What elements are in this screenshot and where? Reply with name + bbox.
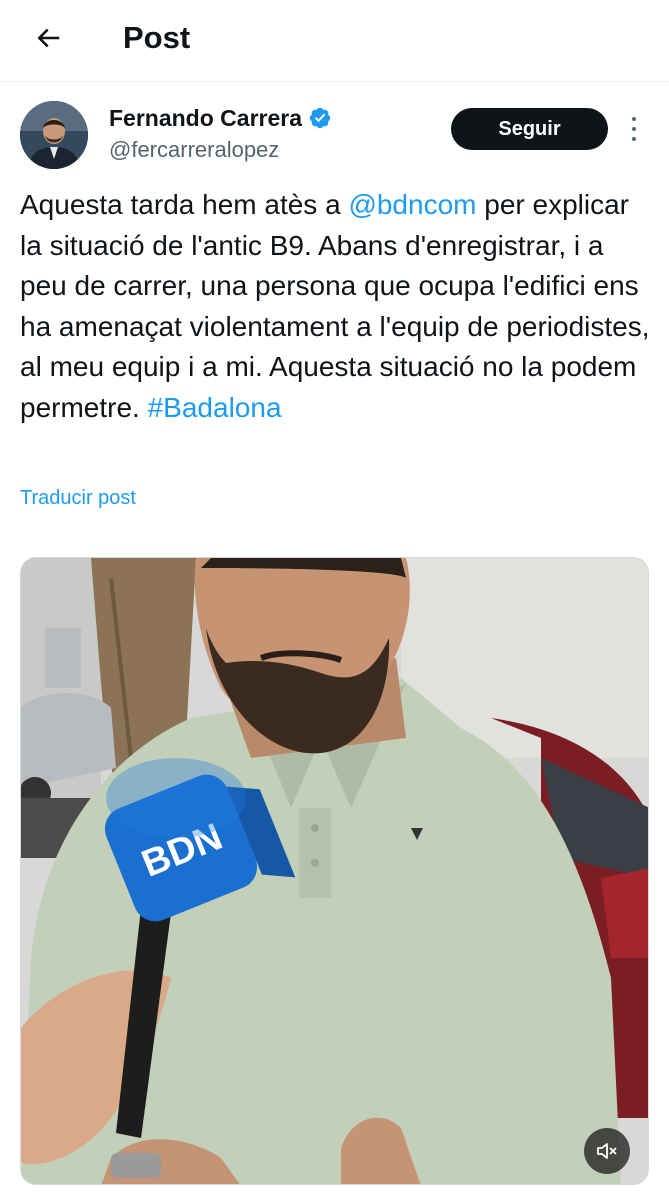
- follow-button[interactable]: Seguir: [451, 108, 608, 150]
- back-button[interactable]: [22, 12, 74, 64]
- post-video[interactable]: BDN: [20, 557, 649, 1185]
- top-bar: Post: [0, 0, 669, 82]
- post-text-part2: per explicar la situació de l'antic B9. …: [20, 189, 650, 423]
- arrow-left-icon: [37, 28, 60, 48]
- more-options-button[interactable]: [624, 114, 644, 144]
- avatar[interactable]: [20, 101, 88, 169]
- post-text: Aquesta tarda hem atès a @bdncom per exp…: [20, 185, 650, 428]
- translate-post-link[interactable]: Traducir post: [20, 484, 136, 512]
- author-name[interactable]: Fernando Carrera: [109, 104, 302, 132]
- page-title: Post: [123, 20, 191, 55]
- post-text-part1: Aquesta tarda hem atès a: [20, 189, 349, 220]
- mention-link[interactable]: @bdncom: [348, 189, 476, 220]
- more-vertical-icon: [632, 117, 636, 121]
- author-name-row: Fernando Carrera: [109, 104, 332, 132]
- verified-badge-icon: [309, 107, 331, 129]
- volume-muted-icon: [597, 1143, 617, 1159]
- author-handle[interactable]: @fercarreralopez: [109, 137, 279, 163]
- mute-button[interactable]: [584, 1128, 630, 1174]
- hashtag-link[interactable]: #Badalona: [148, 392, 282, 423]
